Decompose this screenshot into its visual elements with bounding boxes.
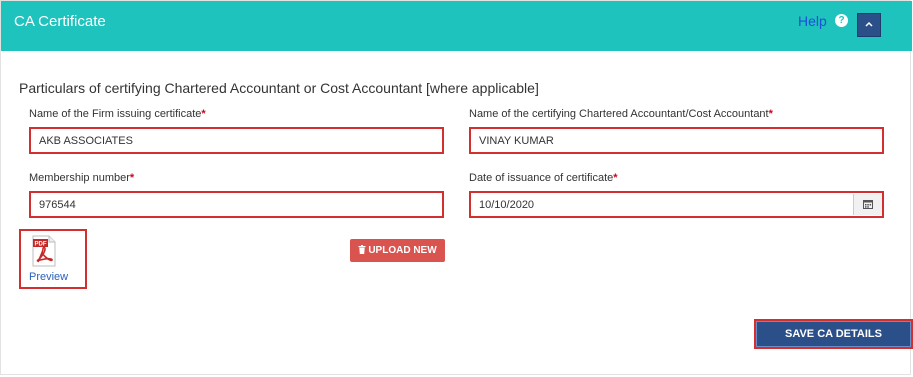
- calendar-icon: [863, 200, 873, 210]
- required-marker: *: [613, 172, 618, 184]
- firm-name-label: Name of the Firm issuing certificate*: [29, 108, 206, 120]
- section-title: Particulars of certifying Chartered Acco…: [19, 80, 539, 96]
- firm-name-input[interactable]: [29, 127, 444, 154]
- upload-new-button[interactable]: UPLOAD NEW: [350, 239, 445, 262]
- membership-number-input[interactable]: [29, 191, 444, 218]
- ca-name-label-text: Name of the certifying Chartered Account…: [469, 108, 769, 120]
- pdf-icon: PDF: [32, 235, 56, 267]
- membership-number-label-text: Membership number: [29, 172, 130, 184]
- preview-link[interactable]: Preview: [29, 271, 68, 283]
- calendar-button[interactable]: [853, 194, 882, 215]
- button-inner-border: [756, 321, 911, 347]
- ca-name-input[interactable]: [469, 127, 884, 154]
- save-ca-details-button[interactable]: SAVE CA DETAILS: [754, 319, 913, 349]
- required-marker: *: [768, 108, 773, 120]
- panel-header: CA Certificate Help ?: [1, 1, 912, 51]
- collapse-button[interactable]: [857, 13, 881, 37]
- date-of-issuance-label: Date of issuance of certificate*: [469, 172, 618, 184]
- question-circle-icon[interactable]: ?: [835, 14, 848, 27]
- help-link[interactable]: Help: [798, 13, 827, 29]
- date-of-issuance-label-text: Date of issuance of certificate: [469, 172, 614, 184]
- upload-new-label: UPLOAD NEW: [368, 245, 437, 256]
- firm-name-label-text: Name of the Firm issuing certificate: [29, 108, 202, 120]
- pdf-badge: PDF: [35, 242, 47, 248]
- ca-certificate-panel: CA Certificate Help ? Particulars of cer…: [0, 0, 913, 375]
- date-of-issuance-input[interactable]: [469, 191, 884, 218]
- pdf-preview[interactable]: PDF Preview: [19, 229, 87, 289]
- ca-name-label: Name of the certifying Chartered Account…: [469, 108, 773, 120]
- membership-number-label: Membership number*: [29, 172, 134, 184]
- trash-icon: [358, 245, 366, 254]
- required-marker: *: [201, 108, 206, 120]
- chevron-up-icon: [865, 22, 873, 27]
- panel-title: CA Certificate: [14, 13, 106, 30]
- required-marker: *: [129, 172, 135, 184]
